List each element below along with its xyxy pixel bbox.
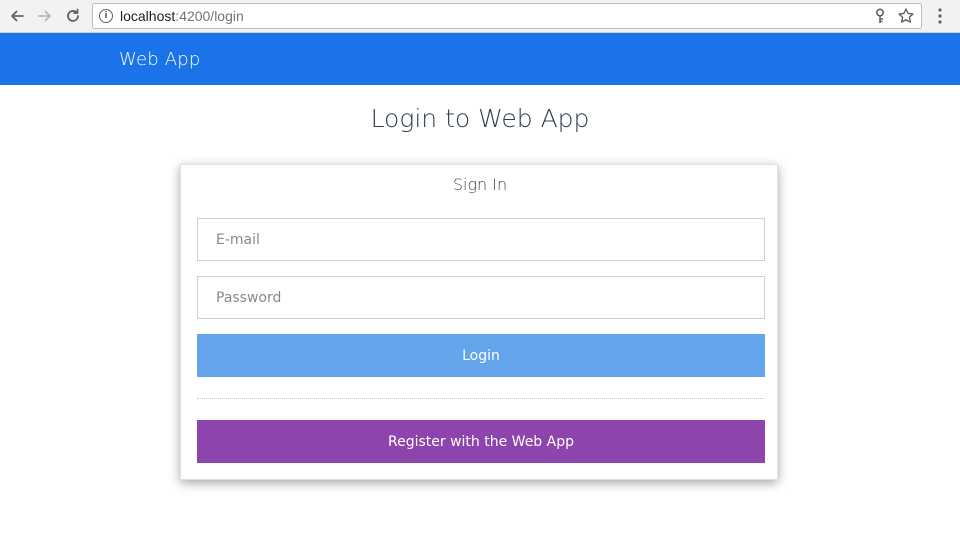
page-title: Login to Web App [370, 104, 590, 133]
info-icon[interactable]: i [99, 9, 113, 23]
url-path: :4200/login [175, 8, 244, 24]
app-title[interactable]: Web App [119, 49, 201, 70]
url-host: localhost [120, 8, 176, 24]
forward-button[interactable] [35, 6, 55, 26]
back-button[interactable] [7, 6, 27, 26]
reload-button[interactable] [63, 6, 83, 26]
app-header: Web App [0, 33, 960, 85]
browser-toolbar: i localhost:4200/login [0, 0, 960, 33]
email-field[interactable] [197, 218, 765, 261]
star-icon[interactable] [897, 7, 915, 25]
login-button[interactable]: Login [197, 334, 765, 377]
register-button-label: Register with the Web App [388, 433, 574, 450]
login-card: Sign In Login Register with the Web App [180, 164, 778, 480]
divider [197, 398, 765, 399]
forward-arrow-icon [38, 10, 51, 22]
key-icon[interactable] [873, 8, 887, 24]
address-bar[interactable]: i localhost:4200/login [92, 3, 922, 29]
card-title: Sign In [452, 175, 508, 194]
menu-icon[interactable] [933, 7, 947, 25]
register-button[interactable]: Register with the Web App [197, 420, 765, 463]
login-button-label: Login [462, 347, 500, 364]
back-arrow-icon [11, 10, 24, 22]
reload-icon [67, 8, 79, 22]
password-field[interactable] [197, 276, 765, 319]
